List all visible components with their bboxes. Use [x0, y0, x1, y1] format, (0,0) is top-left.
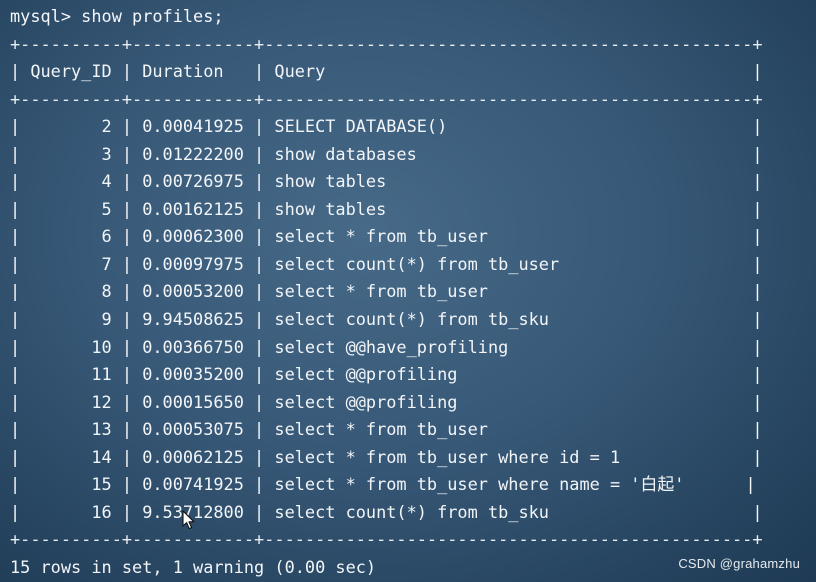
table-row: | 14 | 0.00062125 | select * from tb_use… [10, 446, 763, 467]
table-row: | 13 | 0.00053075 | select * from tb_use… [10, 419, 763, 440]
table-row: | 4 | 0.00726975 | show tables | [10, 171, 763, 192]
table-row: | 15 | 0.00741925 | select * from tb_use… [10, 474, 756, 495]
table-border-top: +----------+------------+---------------… [10, 33, 763, 54]
table-header: | Query_ID | Duration | Query | [10, 61, 763, 82]
mouse-pointer-icon [182, 510, 195, 530]
table-border-header: +----------+------------+---------------… [10, 88, 763, 109]
table-row: | 11 | 0.00035200 | select @@profiling | [10, 364, 763, 385]
table-row: | 16 | 9.53712800 | select count(*) from… [10, 501, 763, 522]
table-row: | 5 | 0.00162125 | show tables | [10, 198, 763, 219]
table-row: | 2 | 0.00041925 | SELECT DATABASE() | [10, 116, 763, 137]
table-row: | 7 | 0.00097975 | select count(*) from … [10, 253, 763, 274]
table-row: | 8 | 0.00053200 | select * from tb_user… [10, 281, 763, 302]
table-row: | 6 | 0.00062300 | select * from tb_user… [10, 226, 763, 247]
table-row: | 9 | 9.94508625 | select count(*) from … [10, 309, 763, 330]
terminal-output[interactable]: mysql> show profiles; +----------+------… [10, 3, 810, 581]
table-row: | 10 | 0.00366750 | select @@have_profil… [10, 336, 763, 357]
mysql-prompt-command: mysql> show profiles; [10, 6, 224, 26]
table-row: | 12 | 0.00015650 | select @@profiling | [10, 391, 763, 412]
table-border-bottom: +----------+------------+---------------… [10, 529, 763, 550]
table-row: | 3 | 0.01222200 | show databases | [10, 143, 763, 164]
csdn-watermark: CSDN @grahamzhu [678, 556, 800, 571]
